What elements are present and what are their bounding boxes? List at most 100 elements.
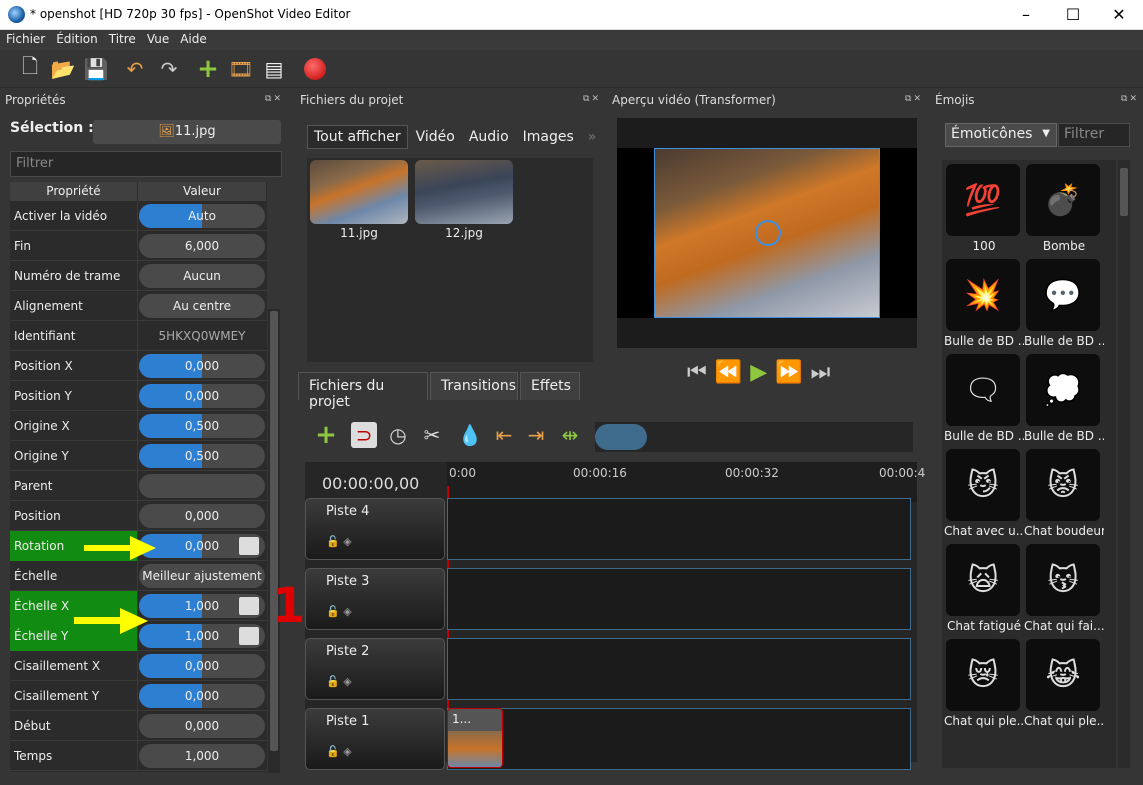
property-value[interactable]: 5HKXQ0WMEY — [139, 324, 265, 348]
new-project-icon[interactable]: 🗋 — [17, 54, 43, 82]
track-header[interactable]: Piste 2 🔓 ◈ — [305, 638, 445, 700]
menu-aide[interactable]: Aide — [174, 30, 212, 46]
track-header[interactable]: Piste 1 🔓 ◈ — [305, 708, 445, 770]
track-body[interactable] — [447, 498, 911, 560]
lock-icon[interactable]: 🔓 ◈ — [326, 745, 352, 758]
more-tabs-icon[interactable]: » — [582, 126, 603, 148]
close-button[interactable]: ✕ — [1096, 0, 1142, 30]
property-value[interactable]: 1,000 — [139, 624, 265, 648]
menu-edition[interactable]: Édition — [50, 30, 103, 46]
maximize-button[interactable]: ☐ — [1050, 0, 1096, 30]
tab-images[interactable]: Images — [517, 126, 580, 148]
property-value[interactable]: 0,500 — [139, 444, 265, 468]
selection-dropdown[interactable]: 🖼11.jpg — [93, 120, 281, 144]
property-value[interactable]: 0,000 — [139, 534, 265, 558]
track-body[interactable] — [447, 708, 911, 770]
center-playhead-icon[interactable]: ⇹ — [557, 422, 583, 448]
property-value[interactable]: 0,500 — [139, 414, 265, 438]
property-value[interactable]: 0,000 — [139, 684, 265, 708]
save-project-icon[interactable]: 💾 — [83, 56, 109, 82]
jump-start-icon[interactable]: ⏮ — [687, 360, 715, 385]
export-video-icon[interactable] — [302, 56, 328, 82]
import-files-icon[interactable]: + — [195, 54, 221, 84]
property-value[interactable]: Auto — [139, 204, 265, 228]
property-value[interactable]: 0,000 — [139, 654, 265, 678]
property-value[interactable]: 0,000 — [139, 504, 265, 528]
timeline-ruler[interactable]: 0:00 00:00:16 00:00:32 00:00:4 — [447, 462, 925, 502]
property-value[interactable]: 1,000 — [139, 594, 265, 618]
properties-filter-input[interactable]: Filtrer — [10, 151, 282, 177]
panel-buttons-icon[interactable]: ⧉✕ — [583, 94, 601, 104]
emoji-item[interactable]: 💬 Bulle de BD ... — [1024, 257, 1104, 352]
lock-icon[interactable]: 🔓 ◈ — [326, 675, 352, 688]
emoji-item[interactable]: 💥 Bulle de BD ... — [944, 257, 1024, 352]
add-marker-icon[interactable]: 💧 — [457, 422, 483, 448]
menu-vue[interactable]: Vue — [141, 30, 174, 46]
menu-titre[interactable]: Titre — [103, 30, 141, 46]
profile-icon[interactable]: 🎞 — [228, 56, 254, 82]
redo-icon[interactable]: ↷ — [156, 56, 182, 82]
tab-video[interactable]: Vidéo — [410, 126, 461, 148]
track-body[interactable] — [447, 638, 911, 700]
play-icon[interactable]: ▶ — [750, 360, 775, 385]
tab-effects[interactable]: Effets — [520, 372, 580, 400]
property-value[interactable]: 1,000 — [139, 744, 265, 768]
tab-show-all[interactable]: Tout afficher — [307, 125, 408, 149]
emoji-category-dropdown[interactable]: Émoticônes ▼ — [945, 123, 1057, 147]
panel-buttons-icon[interactable]: ⧉✕ — [265, 94, 283, 104]
tab-project-files[interactable]: Fichiers du projet — [298, 372, 428, 410]
panel-buttons-icon[interactable]: ⧉✕ — [905, 94, 923, 104]
emoji-item[interactable]: 💣 Bombe — [1024, 162, 1102, 257]
tab-transitions[interactable]: Transitions — [430, 372, 518, 400]
property-value[interactable]: 0,000 — [139, 714, 265, 738]
file-thumbnail-11[interactable] — [310, 160, 408, 224]
menu-fichier[interactable]: Fichier — [0, 30, 50, 46]
emoji-item[interactable]: 💯 100 — [944, 162, 1022, 257]
previous-marker-icon[interactable]: ⇤ — [491, 422, 517, 448]
track-header[interactable]: Piste 4 🔓 ◈ — [305, 498, 445, 560]
property-value[interactable]: 0,000 — [139, 354, 265, 378]
keyframe-curve-icon[interactable] — [239, 537, 259, 555]
track-body[interactable] — [447, 568, 911, 630]
emoji-item[interactable]: 😿 Chat qui ple... — [944, 637, 1024, 732]
zoom-slider[interactable] — [595, 422, 913, 452]
property-value[interactable]: 6,000 — [139, 234, 265, 258]
emoji-item[interactable]: 🙀 Chat fatigué — [944, 542, 1022, 637]
fast-forward-icon[interactable]: ⏩ — [775, 360, 810, 385]
razor-icon[interactable]: ✂ — [419, 422, 445, 448]
emoji-item[interactable]: 😾 Chat boudeur — [1024, 447, 1104, 542]
property-value[interactable] — [139, 474, 265, 498]
file-thumbnail-12[interactable] — [415, 160, 513, 224]
emoji-item[interactable]: 💭 Bulle de BD ... — [1024, 352, 1104, 447]
open-project-icon[interactable]: 📂 — [50, 56, 76, 82]
fullscreen-icon[interactable]: ▤ — [261, 56, 287, 82]
lock-icon[interactable]: 🔓 ◈ — [326, 605, 352, 618]
property-value[interactable]: Au centre — [139, 294, 265, 318]
emoji-scrollbar[interactable] — [1118, 160, 1130, 768]
jump-end-icon[interactable]: ⏭ — [811, 360, 839, 385]
next-marker-icon[interactable]: ⇥ — [523, 422, 549, 448]
tab-audio[interactable]: Audio — [463, 126, 515, 148]
undo-icon[interactable]: ↶ — [122, 56, 148, 82]
emoji-item[interactable]: 😹 Chat qui ple... — [1024, 637, 1104, 732]
property-value[interactable]: 0,000 — [139, 384, 265, 408]
timing-icon[interactable]: ◷ — [385, 422, 411, 448]
clip-11[interactable]: 1... — [447, 708, 503, 768]
lock-icon[interactable]: 🔓 ◈ — [326, 535, 352, 548]
emoji-item[interactable]: 🗨 Bulle de BD ... — [944, 352, 1024, 447]
add-track-icon[interactable]: + — [313, 420, 339, 450]
keyframe-curve-icon[interactable] — [239, 597, 259, 615]
rewind-icon[interactable]: ⏪ — [715, 360, 750, 385]
snapping-icon[interactable]: ⊃ — [351, 422, 377, 448]
minimize-button[interactable]: – — [1003, 0, 1049, 30]
keyframe-curve-icon[interactable] — [239, 627, 259, 645]
video-canvas[interactable] — [617, 118, 917, 348]
emoji-filter-input[interactable]: Filtrer — [1058, 123, 1130, 147]
property-value[interactable]: Aucun — [139, 264, 265, 288]
property-value[interactable]: Meilleur ajustement — [139, 564, 265, 588]
panel-buttons-icon[interactable]: ⧉✕ — [1121, 94, 1139, 104]
emoji-item[interactable]: 😼 Chat avec u... — [944, 447, 1024, 542]
track-header[interactable]: Piste 3 🔓 ◈ — [305, 568, 445, 630]
emoji-item[interactable]: 😽 Chat qui fai... — [1024, 542, 1104, 637]
transform-origin-handle[interactable] — [755, 220, 781, 246]
